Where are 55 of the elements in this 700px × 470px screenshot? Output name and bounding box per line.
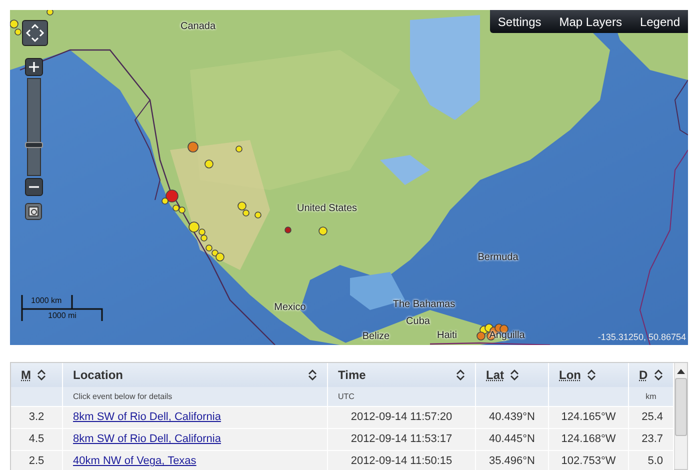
map-place-label: Canada <box>180 21 216 33</box>
sort-icon <box>587 369 596 381</box>
table-cell-text: 124.168°W <box>561 432 616 448</box>
event-location-link[interactable]: 40km NW of Vega, Texas <box>73 453 196 470</box>
toolbar-button[interactable]: Map Layers <box>559 14 622 28</box>
map-place-label: Cuba <box>406 316 430 328</box>
column-subtitle: km <box>646 390 656 402</box>
table-cell-text: 3.2 <box>28 410 44 426</box>
sort-icon <box>456 369 465 381</box>
event-location-link[interactable]: 8km SW of Rio Dell, California <box>73 409 221 426</box>
scrollbar[interactable] <box>674 363 687 469</box>
table-cell-text: 2012-09-14 11:53:17 <box>350 432 452 448</box>
table-cell-text: 35.496°N <box>489 454 535 470</box>
table-cell-text: 2012-09-14 11:50:15 <box>350 454 452 470</box>
zoom-box-icon <box>28 206 39 217</box>
toolbar-button[interactable]: Legend <box>640 14 680 28</box>
table-cell-text: 102.753°W <box>561 454 616 470</box>
column-subtitle: UTC <box>338 390 354 402</box>
toolbar-button[interactable]: Settings <box>498 14 542 28</box>
map-coordinates: -135.31250, 50.86754 <box>598 332 686 343</box>
map-place-label: United States <box>296 203 358 215</box>
zoom-in-button[interactable] <box>25 58 43 76</box>
sort-icon <box>510 369 519 381</box>
event-row[interactable]: 4.5 8km SW of Rio Dell, California 2012-09-14 11:53:17 40.445°N 124.168°W 23.7 <box>11 428 674 450</box>
sort-icon <box>37 369 46 381</box>
map-place-label: Belize <box>362 331 390 343</box>
scroll-up-icon[interactable] <box>677 368 685 374</box>
table-cell-text: 5.0 <box>648 454 663 470</box>
scale-mi-label: 1000 mi <box>48 311 76 321</box>
pan-arrows-icon <box>25 23 45 43</box>
table-cell-text: 4.5 <box>28 432 44 448</box>
sort-icon <box>654 369 663 381</box>
column-subtitle: Click event below for details <box>73 390 172 402</box>
map-place-label: The Bahamas <box>392 299 456 311</box>
sort-icon <box>308 369 317 381</box>
map-place-label: Haiti <box>437 330 457 342</box>
zoom-out-button[interactable] <box>25 178 43 196</box>
table-cell-text: 25.4 <box>642 410 663 426</box>
scrollbar-thumb[interactable] <box>675 378 687 436</box>
table-cell-text: 40.439°N <box>489 410 535 426</box>
event-row[interactable]: 2.5 40km NW of Vega, Texas 2012-09-14 11:50:15 35.496°N 102.753°W 5.0 <box>11 450 674 470</box>
event-location-link[interactable]: 8km SW of Rio Dell, California <box>73 431 221 448</box>
table-cell-text: 124.165°W <box>561 410 616 426</box>
table-cell-text: 23.7 <box>642 432 663 448</box>
map-place-label: Bermuda <box>478 252 518 264</box>
zoom-slider[interactable] <box>27 78 41 176</box>
table-cell-text: 2012-09-14 11:57:20 <box>350 410 452 426</box>
plus-icon <box>29 62 39 72</box>
table-cell-text: 40.445°N <box>489 432 535 448</box>
pan-control[interactable] <box>22 20 48 46</box>
zoom-box-button[interactable] <box>25 203 42 220</box>
table-cell-text: 2.5 <box>28 454 44 470</box>
scale-km-label: 1000 km <box>31 296 62 306</box>
event-row[interactable]: 3.2 8km SW of Rio Dell, California 2012-09-14 11:57:20 40.439°N 124.165°W 25.4 <box>11 406 674 428</box>
zoom-slider-thumb[interactable] <box>25 142 43 148</box>
